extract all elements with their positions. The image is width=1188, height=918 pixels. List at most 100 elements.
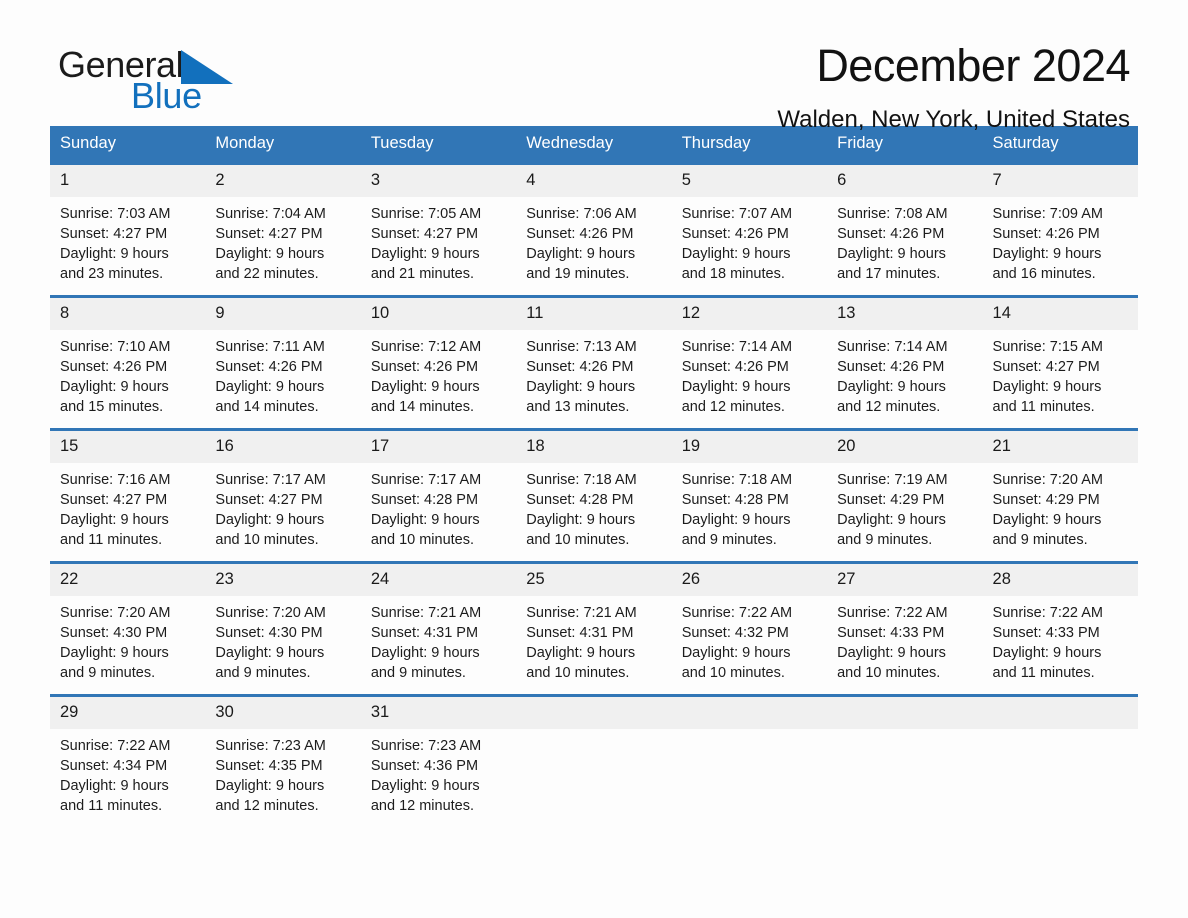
day-info: Sunrise: 7:09 AM Sunset: 4:26 PM Daylight:… (983, 197, 1138, 284)
sunset-text: Sunset: 4:33 PM (837, 625, 945, 641)
daylight-text-line2: and 13 minutes. (526, 399, 630, 415)
daylight-text-line1: Daylight: 9 hours (526, 645, 636, 661)
calendar-day-cell[interactable]: 19 Sunrise: 7:18 AM Sunset: 4:28 PM Dayligh… (671, 428, 828, 563)
calendar-day-cell[interactable]: 18 Sunrise: 7:18 AM Sunset: 4:28 PM Dayligh… (516, 428, 672, 563)
sunset-text: Sunset: 4:27 PM (215, 226, 323, 242)
calendar-day-cell[interactable]: 30 Sunrise: 7:23 AM Sunset: 4:35 PM Dayligh… (205, 694, 361, 827)
location-subtitle: Walden, New York, United States (777, 106, 1130, 133)
daylight-text-line1: Daylight: 9 hours (837, 379, 946, 395)
daylight-text-line1: Daylight: 9 hours (681, 379, 791, 395)
calendar-week-row: 8 Sunrise: 7:10 AM Sunset: 4:26 PM Daylight… (50, 295, 1138, 430)
daylight-text-line2: and 18 minutes. (681, 266, 785, 282)
day-number (827, 697, 983, 729)
day-info: Sunrise: 7:12 AM Sunset: 4:26 PM Daylight:… (361, 330, 516, 417)
calendar-day-cell[interactable]: 22 Sunrise: 7:20 AM Sunset: 4:30 PM Dayligh… (50, 561, 206, 696)
sunrise-text: Sunrise: 7:22 AM (681, 605, 793, 621)
daylight-text-line2: and 23 minutes. (60, 266, 164, 282)
day-info: Sunrise: 7:18 AM Sunset: 4:28 PM Daylight:… (516, 463, 671, 550)
calendar-day-cell[interactable]: 26 Sunrise: 7:22 AM Sunset: 4:32 PM Dayligh… (671, 561, 828, 696)
daylight-text-line1: Daylight: 9 hours (681, 246, 791, 262)
calendar-day-cell[interactable]: 27 Sunrise: 7:22 AM Sunset: 4:33 PM Dayligh… (827, 561, 983, 696)
daylight-text-line2: and 11 minutes. (992, 665, 1095, 681)
page-header: General Blue December 2024 Walden, New Y… (50, 0, 1138, 133)
calendar-day-cell[interactable]: 10 Sunrise: 7:12 AM Sunset: 4:26 PM Dayligh… (360, 295, 517, 430)
day-number: 8 (50, 298, 206, 330)
sunrise-text: Sunrise: 7:18 AM (526, 472, 637, 488)
daylight-text-line2: and 21 minutes. (370, 266, 475, 282)
calendar-day-cell-empty (827, 694, 983, 827)
day-info: Sunrise: 7:15 AM Sunset: 4:27 PM Daylight:… (983, 330, 1138, 417)
day-number: 19 (671, 431, 828, 463)
sunrise-text: Sunrise: 7:20 AM (60, 605, 171, 621)
day-number (516, 697, 672, 729)
daylight-text-line1: Daylight: 9 hours (215, 512, 325, 528)
calendar-week-row: 22 Sunrise: 7:20 AM Sunset: 4:30 PM Dayligh… (50, 561, 1138, 696)
sunrise-text: Sunrise: 7:03 AM (60, 206, 171, 222)
calendar-day-cell[interactable]: 17 Sunrise: 7:17 AM Sunset: 4:28 PM Dayligh… (360, 428, 517, 563)
sunset-text: Sunset: 4:27 PM (60, 226, 168, 242)
sunrise-text: Sunrise: 7:05 AM (370, 206, 482, 222)
daylight-text-line2: and 10 minutes. (370, 532, 475, 548)
day-info: Sunrise: 7:22 AM Sunset: 4:33 PM Daylight:… (983, 596, 1138, 683)
sunrise-text: Sunrise: 7:04 AM (215, 206, 326, 222)
daylight-text-line1: Daylight: 9 hours (215, 778, 325, 794)
day-number: 23 (205, 564, 361, 596)
daylight-text-line2: and 9 minutes. (992, 532, 1088, 548)
day-number: 11 (516, 298, 672, 330)
daylight-text-line1: Daylight: 9 hours (60, 512, 169, 528)
sunset-text: Sunset: 4:27 PM (215, 492, 323, 508)
calendar-day-cell[interactable]: 28 Sunrise: 7:22 AM Sunset: 4:33 PM Dayligh… (982, 561, 1138, 696)
calendar-day-cell[interactable]: 5 Sunrise: 7:07 AM Sunset: 4:26 PM Daylight… (671, 162, 828, 297)
day-info: Sunrise: 7:20 AM Sunset: 4:30 PM Daylight:… (50, 596, 205, 683)
calendar-day-cell[interactable]: 11 Sunrise: 7:13 AM Sunset: 4:26 PM Dayligh… (516, 295, 672, 430)
daylight-text-line1: Daylight: 9 hours (526, 379, 636, 395)
daylight-text-line1: Daylight: 9 hours (215, 379, 325, 395)
sunrise-text: Sunrise: 7:19 AM (837, 472, 948, 488)
daylight-text-line1: Daylight: 9 hours (60, 246, 169, 262)
sunrise-text: Sunrise: 7:17 AM (370, 472, 482, 488)
calendar-day-cell[interactable]: 29 Sunrise: 7:22 AM Sunset: 4:34 PM Dayligh… (50, 694, 206, 827)
calendar-day-cell[interactable]: 21 Sunrise: 7:20 AM Sunset: 4:29 PM Dayligh… (982, 428, 1138, 563)
sunrise-text: Sunrise: 7:23 AM (370, 738, 482, 754)
day-info: Sunrise: 7:07 AM Sunset: 4:26 PM Daylight:… (672, 197, 827, 284)
daylight-text-line1: Daylight: 9 hours (370, 246, 480, 262)
calendar-day-cell[interactable]: 16 Sunrise: 7:17 AM Sunset: 4:27 PM Dayligh… (205, 428, 361, 563)
day-info: Sunrise: 7:22 AM Sunset: 4:32 PM Daylight:… (672, 596, 827, 683)
daylight-text-line2: and 9 minutes. (370, 665, 466, 681)
daylight-text-line2: and 14 minutes. (370, 399, 475, 415)
calendar-day-cell[interactable]: 13 Sunrise: 7:14 AM Sunset: 4:26 PM Dayligh… (827, 295, 983, 430)
calendar-day-cell[interactable]: 31 Sunrise: 7:23 AM Sunset: 4:36 PM Dayligh… (360, 694, 517, 827)
daylight-text-line2: and 10 minutes. (526, 532, 630, 548)
sunrise-text: Sunrise: 7:11 AM (215, 339, 325, 355)
sunrise-text: Sunrise: 7:12 AM (370, 339, 482, 355)
day-number: 26 (671, 564, 828, 596)
day-number (671, 697, 828, 729)
calendar-day-cell[interactable]: 8 Sunrise: 7:10 AM Sunset: 4:26 PM Daylight… (50, 295, 206, 430)
calendar-day-cell[interactable]: 25 Sunrise: 7:21 AM Sunset: 4:31 PM Dayligh… (516, 561, 672, 696)
calendar-day-cell[interactable]: 23 Sunrise: 7:20 AM Sunset: 4:30 PM Dayligh… (205, 561, 361, 696)
day-info: Sunrise: 7:21 AM Sunset: 4:31 PM Daylight:… (516, 596, 671, 683)
sunrise-text: Sunrise: 7:20 AM (992, 472, 1103, 488)
day-info: Sunrise: 7:23 AM Sunset: 4:36 PM Daylight:… (361, 729, 516, 816)
calendar-day-cell[interactable]: 7 Sunrise: 7:09 AM Sunset: 4:26 PM Daylight… (982, 162, 1138, 297)
calendar-day-cell[interactable]: 14 Sunrise: 7:15 AM Sunset: 4:27 PM Dayligh… (982, 295, 1138, 430)
calendar-day-cell[interactable]: 20 Sunrise: 7:19 AM Sunset: 4:29 PM Dayligh… (827, 428, 983, 563)
day-number (982, 697, 1138, 729)
sunrise-text: Sunrise: 7:22 AM (60, 738, 171, 754)
day-number: 13 (827, 298, 983, 330)
calendar-day-cell[interactable]: 3 Sunrise: 7:05 AM Sunset: 4:27 PM Daylight… (360, 162, 517, 297)
calendar-day-cell[interactable]: 12 Sunrise: 7:14 AM Sunset: 4:26 PM Dayligh… (671, 295, 828, 430)
calendar-day-cell[interactable]: 2 Sunrise: 7:04 AM Sunset: 4:27 PM Daylight… (205, 162, 361, 297)
calendar-day-cell[interactable]: 24 Sunrise: 7:21 AM Sunset: 4:31 PM Dayligh… (360, 561, 517, 696)
calendar-day-cell[interactable]: 4 Sunrise: 7:06 AM Sunset: 4:26 PM Daylight… (516, 162, 672, 297)
sunset-text: Sunset: 4:26 PM (60, 359, 168, 375)
sunset-text: Sunset: 4:27 PM (60, 492, 168, 508)
calendar-day-cell[interactable]: 9 Sunrise: 7:11 AM Sunset: 4:26 PM Daylight… (205, 295, 361, 430)
day-number: 31 (360, 697, 517, 729)
daylight-text-line2: and 22 minutes. (215, 266, 319, 282)
calendar-day-cell[interactable]: 6 Sunrise: 7:08 AM Sunset: 4:26 PM Daylight… (827, 162, 983, 297)
day-number: 6 (827, 165, 983, 197)
calendar-day-cell[interactable]: 1 Sunrise: 7:03 AM Sunset: 4:27 PM Daylight… (50, 162, 206, 297)
sunset-text: Sunset: 4:26 PM (526, 226, 634, 242)
calendar-day-cell[interactable]: 15 Sunrise: 7:16 AM Sunset: 4:27 PM Dayligh… (50, 428, 206, 563)
